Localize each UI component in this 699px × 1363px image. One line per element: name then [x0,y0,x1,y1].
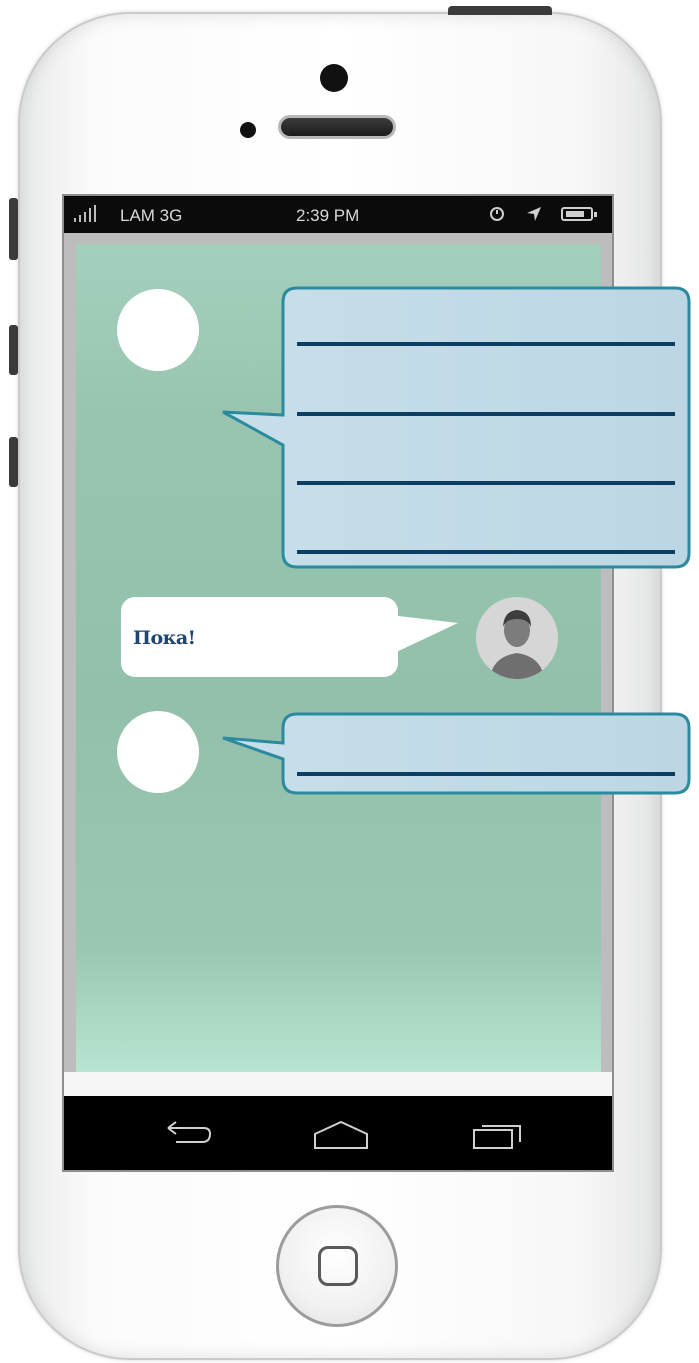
proximity-sensor [240,122,256,138]
volume-up-button[interactable] [9,325,18,375]
volume-down-button[interactable] [9,437,18,487]
home-button-square-icon [318,1246,358,1286]
status-time: 2:39 PM [296,206,360,225]
signal-bars-icon [74,205,96,222]
screen-bottom-strip [64,1072,612,1096]
carrier-label: LAM 3G [120,206,183,225]
mute-switch[interactable] [9,198,18,260]
user-avatar-icon [476,597,558,679]
blank-avatar-icon [117,711,199,793]
front-camera [320,64,348,92]
home-icon[interactable] [311,1112,371,1152]
recents-icon[interactable] [468,1112,528,1152]
blank-avatar-icon [117,289,199,371]
bubble-tail [390,615,458,655]
earpiece-speaker [278,115,396,139]
battery-icon [561,207,597,221]
location-arrow-icon [527,207,541,221]
power-button[interactable] [448,6,552,15]
back-icon[interactable] [156,1112,216,1152]
alarm-icon [490,207,504,221]
message-text: Пока! [133,627,196,649]
status-bar: LAM 3G 2:39 PM [64,197,612,233]
